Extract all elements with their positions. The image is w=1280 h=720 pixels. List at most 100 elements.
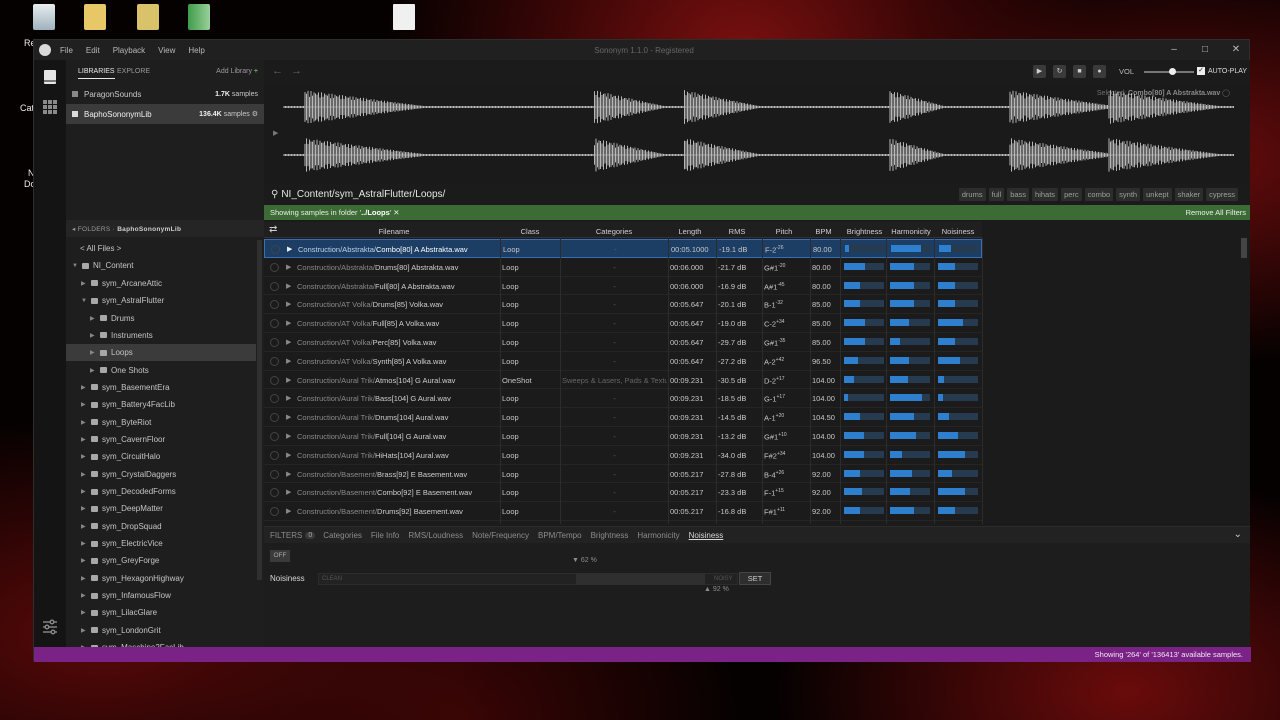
- library-row-selected[interactable]: BaphoSononymLib 136.4K samples ⚙: [66, 104, 264, 124]
- chevron-icon[interactable]: ▶: [81, 557, 89, 564]
- chevron-icon[interactable]: ▶: [81, 609, 89, 616]
- chevron-icon[interactable]: ▶: [81, 453, 89, 460]
- maximize-icon[interactable]: □: [1198, 43, 1212, 57]
- tag-chip[interactable]: drums: [958, 188, 986, 201]
- play-button[interactable]: ▶: [1033, 65, 1046, 78]
- tree-item[interactable]: ▶ sym_ByteRiot: [66, 414, 256, 431]
- menu-view[interactable]: View: [158, 46, 175, 55]
- chevron-icon[interactable]: ▶: [81, 401, 89, 408]
- select-radio[interactable]: [270, 413, 279, 423]
- tree-item[interactable]: ▶ sym_LilacGlare: [66, 604, 256, 621]
- col-bpm[interactable]: BPM: [811, 227, 836, 236]
- table-scrollbar[interactable]: [1241, 238, 1247, 258]
- tag-chip[interactable]: unkept: [1143, 188, 1172, 201]
- loop-button[interactable]: ↻: [1053, 65, 1066, 78]
- table-row[interactable]: ▶ Construction/Basement/Combo[92] E Basem…: [264, 483, 982, 503]
- tree-item[interactable]: ▶ sym_DropSquad: [66, 518, 256, 535]
- chevron-icon[interactable]: ▶: [81, 592, 89, 599]
- filter-tab[interactable]: Note/Frequency: [472, 531, 529, 540]
- select-radio[interactable]: [270, 375, 279, 385]
- row-play-icon[interactable]: ▶: [286, 357, 291, 365]
- select-radio[interactable]: [270, 432, 279, 441]
- tree-item[interactable]: ▶ Instruments: [66, 327, 256, 344]
- table-row[interactable]: ▶ Construction/Abstrakta/Drums[80] Abstra…: [264, 258, 982, 277]
- menu-file[interactable]: File: [60, 46, 73, 55]
- tag-chip[interactable]: combo: [1084, 188, 1114, 201]
- table-row[interactable]: ▶ Construction/AT Volka/Full[85] A Volka.…: [264, 314, 982, 333]
- table-row[interactable]: ▶ Construction/Basement/Brass[92] E Basem…: [264, 465, 982, 484]
- menu-playback[interactable]: Playback: [113, 46, 145, 55]
- filter-off-toggle[interactable]: OFF: [270, 550, 290, 562]
- tab-explore[interactable]: EXPLORE: [117, 68, 150, 75]
- select-radio[interactable]: [270, 469, 279, 479]
- tree-item[interactable]: ▶ sym_CrystalDaggers: [66, 466, 256, 483]
- chevron-icon[interactable]: ▶: [81, 280, 89, 287]
- filter-tab[interactable]: Harmonicity: [637, 531, 679, 540]
- tag-chip[interactable]: full: [988, 188, 1005, 201]
- back-arrow-icon[interactable]: ←: [272, 65, 283, 77]
- search-icon[interactable]: ⚲: [271, 189, 278, 200]
- select-radio[interactable]: [270, 262, 279, 272]
- row-play-icon[interactable]: ▶: [286, 376, 291, 384]
- row-play-icon[interactable]: ▶: [286, 507, 291, 515]
- filter-tab[interactable]: File Info: [371, 531, 399, 540]
- row-play-icon[interactable]: ▶: [286, 394, 291, 402]
- col-brightness[interactable]: Brightness: [842, 227, 887, 236]
- row-play-icon[interactable]: ▶: [286, 488, 291, 496]
- lower-marker[interactable]: ▲ 92 %: [704, 586, 729, 593]
- select-radio[interactable]: [270, 356, 279, 366]
- archive-icon[interactable]: [186, 4, 212, 34]
- chevron-icon[interactable]: ▶: [81, 575, 89, 582]
- set-button[interactable]: SET: [739, 572, 771, 585]
- tag-chip[interactable]: synth: [1116, 188, 1141, 201]
- tag-chip[interactable]: cypress: [1206, 188, 1238, 201]
- tree-item[interactable]: ▶ Loops: [66, 344, 256, 362]
- tree-scrollbar[interactable]: [257, 240, 262, 580]
- tree-item[interactable]: ▶ sym_BasementEra: [66, 379, 256, 396]
- chevron-icon[interactable]: ▶: [81, 436, 89, 443]
- tag-chip[interactable]: bass: [1007, 188, 1030, 201]
- waveform-display[interactable]: ▶ Selected: Combo[80] A Abstrakta.wav ◯: [264, 85, 1250, 183]
- filter-tab[interactable]: RMS/Loudness: [408, 531, 463, 540]
- grid-view-icon[interactable]: [41, 98, 59, 116]
- select-radio[interactable]: [270, 507, 279, 517]
- chevron-icon[interactable]: ▶: [81, 627, 89, 634]
- row-play-icon[interactable]: ▶: [287, 245, 292, 253]
- noisiness-range[interactable]: [576, 573, 705, 585]
- chevron-icon[interactable]: ▶: [90, 315, 98, 322]
- filter-tab[interactable]: Brightness: [591, 531, 629, 540]
- col-noisiness[interactable]: Noisiness: [936, 227, 980, 236]
- volume-knob[interactable]: [1169, 68, 1176, 75]
- tree-item[interactable]: ▶ sym_ArcaneAttic: [66, 275, 256, 292]
- select-radio[interactable]: [271, 245, 280, 254]
- tree-item[interactable]: ▶ sym_ElectricVice: [66, 535, 256, 552]
- tree-item[interactable]: ▶ sym_CircuitHalo: [66, 448, 256, 465]
- col-pitch[interactable]: Pitch: [769, 227, 799, 236]
- row-play-icon[interactable]: ▶: [286, 319, 291, 327]
- chevron-icon[interactable]: ▶: [90, 349, 98, 356]
- tree-item[interactable]: ▶ One Shots: [66, 361, 256, 378]
- chevron-icon[interactable]: ▶: [81, 523, 89, 530]
- tag-chip[interactable]: shaker: [1174, 188, 1204, 201]
- shuffle-icon[interactable]: ⇄: [269, 224, 277, 235]
- filter-tab[interactable]: Noisiness: [689, 531, 724, 540]
- tree-item[interactable]: < All Files >: [66, 240, 256, 257]
- auto-play-checkbox[interactable]: ✓: [1197, 67, 1205, 75]
- minimize-icon[interactable]: –: [1167, 43, 1181, 57]
- remove-all-filters-button[interactable]: Remove All Filters: [1186, 208, 1246, 217]
- tree-item[interactable]: ▼ sym_AstralFlutter: [66, 292, 256, 309]
- table-row[interactable]: ▶ Construction/Aural Trik/Full[104] G Aur…: [264, 427, 982, 446]
- path-text[interactable]: NI_Content/sym_AstralFlutter/Loops/: [281, 189, 445, 200]
- col-filename[interactable]: Filename: [364, 227, 424, 236]
- settings-sliders-icon[interactable]: [41, 618, 59, 636]
- tag-chip[interactable]: hihats: [1032, 188, 1059, 201]
- gear-icon[interactable]: ⚙: [252, 111, 258, 118]
- tree-item[interactable]: ▶ sym_LondonGrit: [66, 622, 256, 639]
- col-rms[interactable]: RMS: [722, 227, 752, 236]
- chevron-icon[interactable]: ▼: [81, 298, 89, 304]
- select-radio[interactable]: [270, 319, 279, 329]
- add-library-button[interactable]: Add Library +: [216, 68, 258, 75]
- tree-item[interactable]: ▶ sym_Battery4FacLib: [66, 396, 256, 413]
- stop-button[interactable]: ■: [1073, 65, 1086, 78]
- row-play-icon[interactable]: ▶: [286, 338, 291, 346]
